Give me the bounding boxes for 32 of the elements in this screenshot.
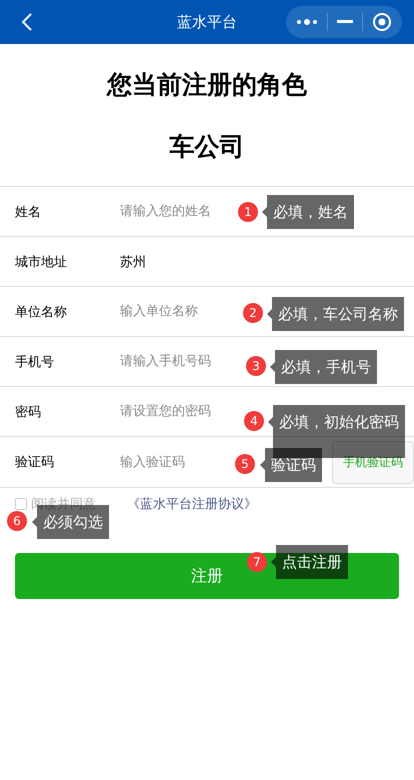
- agree-checkbox[interactable]: [15, 498, 27, 510]
- annotation-tooltip: 必填，手机号: [270, 350, 377, 384]
- annotation-tooltip: 验证码: [260, 448, 322, 482]
- input-field[interactable]: 请输入手机号码: [120, 354, 230, 369]
- annotation-tooltip: 必填，车公司名称: [267, 297, 404, 331]
- more-icon[interactable]: [296, 18, 318, 26]
- input-field[interactable]: 苏州: [120, 254, 230, 269]
- input-field[interactable]: 输入验证码: [120, 454, 230, 470]
- field-label: 城市地址: [15, 254, 68, 270]
- field-label: 姓名: [15, 204, 42, 220]
- minimize-icon[interactable]: [336, 20, 353, 24]
- step-number: 1: [238, 202, 258, 222]
- field-label: 密码: [15, 404, 42, 420]
- field-label: 单位名称: [15, 304, 68, 320]
- close-icon[interactable]: [372, 12, 392, 32]
- input-field[interactable]: 请输入您的姓名: [120, 204, 230, 219]
- field-label: 验证码: [15, 454, 55, 471]
- step-number: 4: [244, 411, 264, 431]
- back-icon[interactable]: [20, 12, 34, 32]
- step-number: 6: [7, 511, 27, 531]
- input-field[interactable]: 请设置您的密码: [120, 404, 230, 419]
- step-number: 3: [246, 356, 266, 376]
- annotation-tooltip: 点击注册: [271, 545, 348, 579]
- field-label: 手机号: [15, 354, 55, 370]
- agreement-link[interactable]: 《蓝水平台注册协议》: [127, 495, 257, 513]
- step-number: 5: [235, 454, 255, 474]
- step-number: 2: [243, 303, 263, 323]
- annotation-tooltip: 必填，姓名: [262, 195, 354, 229]
- role-name: 车公司: [168, 131, 246, 163]
- heading: 您当前注册的角色: [105, 69, 308, 100]
- page-title: 蓝水平台: [177, 12, 237, 32]
- input-field[interactable]: 输入单位名称: [120, 304, 230, 319]
